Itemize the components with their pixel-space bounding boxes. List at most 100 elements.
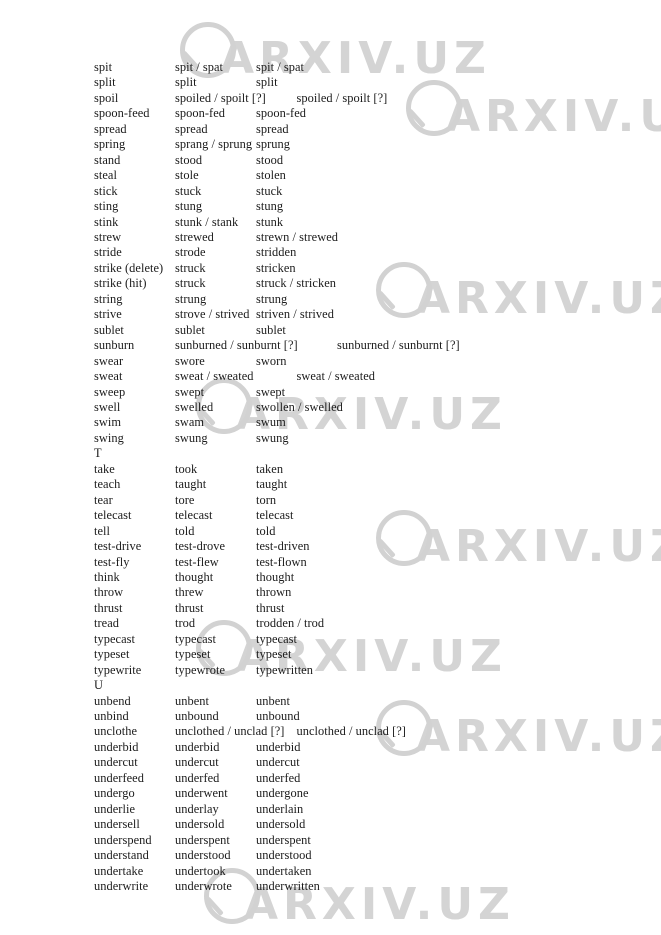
verb-base-form: strew bbox=[94, 229, 122, 244]
verb-base-form: take bbox=[94, 461, 115, 476]
verb-base-form: telecast bbox=[94, 508, 132, 523]
verb-past-simple: undertook bbox=[175, 863, 226, 878]
verb-base-form: spoon-feed bbox=[94, 106, 150, 121]
verb-base-form: undersell bbox=[94, 817, 140, 832]
verb-past-simple: threw bbox=[175, 585, 204, 600]
verb-row: swim swam swum bbox=[94, 415, 634, 430]
verb-row: undercut undercut undercut bbox=[94, 755, 634, 770]
verb-past-participle: spoon-fed bbox=[256, 106, 307, 121]
verb-base-form: underbid bbox=[94, 739, 139, 754]
verb-past-simple: thought bbox=[175, 569, 214, 584]
verb-base-form: underlie bbox=[94, 801, 135, 816]
verb-base-form: throw bbox=[94, 585, 124, 600]
verb-row: teach taught taught bbox=[94, 477, 634, 492]
verb-base-form: string bbox=[94, 291, 123, 306]
verb-row: typewrite typewrote typewritten bbox=[94, 663, 634, 678]
verb-base-form: sting bbox=[94, 199, 119, 214]
verb-base-form: strive bbox=[94, 307, 122, 322]
verb-base-form: underwrite bbox=[94, 879, 149, 894]
verb-past-simple: spread bbox=[175, 121, 208, 136]
verb-past-simple: swept bbox=[175, 384, 205, 399]
verb-base-form: strike (delete) bbox=[94, 260, 164, 275]
verb-row: sweat sweat / sweated sweat / sweated bbox=[94, 369, 634, 384]
verb-row: unclothe unclothed / unclad [?] unclothed … bbox=[94, 724, 634, 739]
verb-row: strew strewed strewn / strewed bbox=[94, 230, 634, 245]
verb-base-form: typewrite bbox=[94, 662, 142, 677]
verb-past-participle: swollen / swelled bbox=[256, 399, 343, 414]
verb-past-participle: underbid bbox=[256, 739, 301, 754]
verb-row: stride strode stridden bbox=[94, 245, 634, 260]
verb-past-participle: torn bbox=[256, 492, 277, 507]
verb-past-participle: sunburned / sunburnt [?] bbox=[337, 338, 460, 353]
verb-row: sublet sublet sublet bbox=[94, 323, 634, 338]
verb-base-form: steal bbox=[94, 168, 117, 183]
verb-past-simple: took bbox=[175, 461, 198, 476]
verb-base-form: undergo bbox=[94, 786, 135, 801]
verb-row: stink stunk / stank stunk bbox=[94, 215, 634, 230]
verb-row: typecast typecast typecast bbox=[94, 632, 634, 647]
verb-row: undersell undersold undersold bbox=[94, 817, 634, 832]
verb-past-simple: test-flew bbox=[175, 554, 219, 569]
verb-past-simple: trod bbox=[175, 616, 196, 631]
verb-row: split split split bbox=[94, 75, 634, 90]
verb-past-simple: struck bbox=[175, 276, 206, 291]
verb-past-simple: swore bbox=[175, 353, 205, 368]
verb-row: sweep swept swept bbox=[94, 385, 634, 400]
verb-past-participle: sworn bbox=[256, 353, 287, 368]
verb-base-form: swell bbox=[94, 399, 121, 414]
verb-row: understand understood understood bbox=[94, 848, 634, 863]
verb-past-simple: strode bbox=[175, 245, 206, 260]
verb-row: take took taken bbox=[94, 462, 634, 477]
verb-past-simple: split bbox=[175, 75, 197, 90]
verb-past-participle: undercut bbox=[256, 755, 300, 770]
verb-past-simple: telecast bbox=[175, 508, 213, 523]
verb-row: undergo underwent undergone bbox=[94, 786, 634, 801]
verb-past-participle: told bbox=[256, 523, 276, 538]
verb-past-participle: sprung bbox=[256, 137, 291, 152]
verb-past-simple: strove / strived bbox=[175, 307, 250, 322]
verb-past-participle: struck / stricken bbox=[256, 276, 336, 291]
verb-past-participle: strung bbox=[256, 291, 288, 306]
verb-past-participle: stolen bbox=[256, 168, 286, 183]
verb-base-form: unbind bbox=[94, 709, 129, 724]
verb-past-participle: undergone bbox=[256, 786, 309, 801]
verb-base-form: thrust bbox=[94, 600, 123, 615]
verb-past-simple: swung bbox=[175, 430, 208, 445]
verb-base-form: spread bbox=[94, 121, 127, 136]
verb-base-form: stick bbox=[94, 183, 118, 198]
verb-row: spit spit / spat spit / spat bbox=[94, 60, 634, 75]
verb-row: tread trod trodden / trod bbox=[94, 616, 634, 631]
verb-past-simple: sunburned / sunburnt [?] bbox=[175, 338, 298, 353]
verb-past-participle: split bbox=[256, 75, 278, 90]
irregular-verbs-list: spit spit / spat spit / spat split split spli… bbox=[94, 60, 634, 894]
verb-past-participle: sweat / sweated bbox=[296, 369, 376, 384]
verb-past-participle: spread bbox=[256, 121, 289, 136]
verb-past-simple: taught bbox=[175, 477, 207, 492]
verb-row: underwrite underwrote underwritten bbox=[94, 879, 634, 894]
verb-past-simple: stuck bbox=[175, 183, 202, 198]
verb-past-participle: stood bbox=[256, 152, 284, 167]
verb-base-form: tear bbox=[94, 492, 113, 507]
verb-past-simple: told bbox=[175, 523, 195, 538]
verb-base-form: split bbox=[94, 75, 116, 90]
verb-past-participle: striven / strived bbox=[256, 307, 334, 322]
verb-base-form: teach bbox=[94, 477, 121, 492]
verb-base-form: think bbox=[94, 569, 120, 584]
verb-past-participle: telecast bbox=[256, 508, 294, 523]
verb-row: tell told told bbox=[94, 524, 634, 539]
verb-past-participle: swept bbox=[256, 384, 286, 399]
verb-past-simple: thrust bbox=[175, 600, 204, 615]
verb-past-simple: strung bbox=[175, 291, 207, 306]
verb-row: spoil spoiled / spoilt [?] spoiled / spoil… bbox=[94, 91, 634, 106]
verb-base-form: understand bbox=[94, 848, 149, 863]
verb-past-participle: sublet bbox=[256, 322, 286, 337]
verb-base-form: sunburn bbox=[94, 338, 135, 353]
verb-row: stick stuck stuck bbox=[94, 184, 634, 199]
verb-past-simple: stood bbox=[175, 152, 203, 167]
verb-past-participle: underfed bbox=[256, 770, 301, 785]
verb-row: string strung strung bbox=[94, 292, 634, 307]
verb-past-participle: underlain bbox=[256, 801, 304, 816]
verb-row: undertake undertook undertaken bbox=[94, 864, 634, 879]
verb-row: unbind unbound unbound bbox=[94, 709, 634, 724]
verb-past-participle: stridden bbox=[256, 245, 297, 260]
